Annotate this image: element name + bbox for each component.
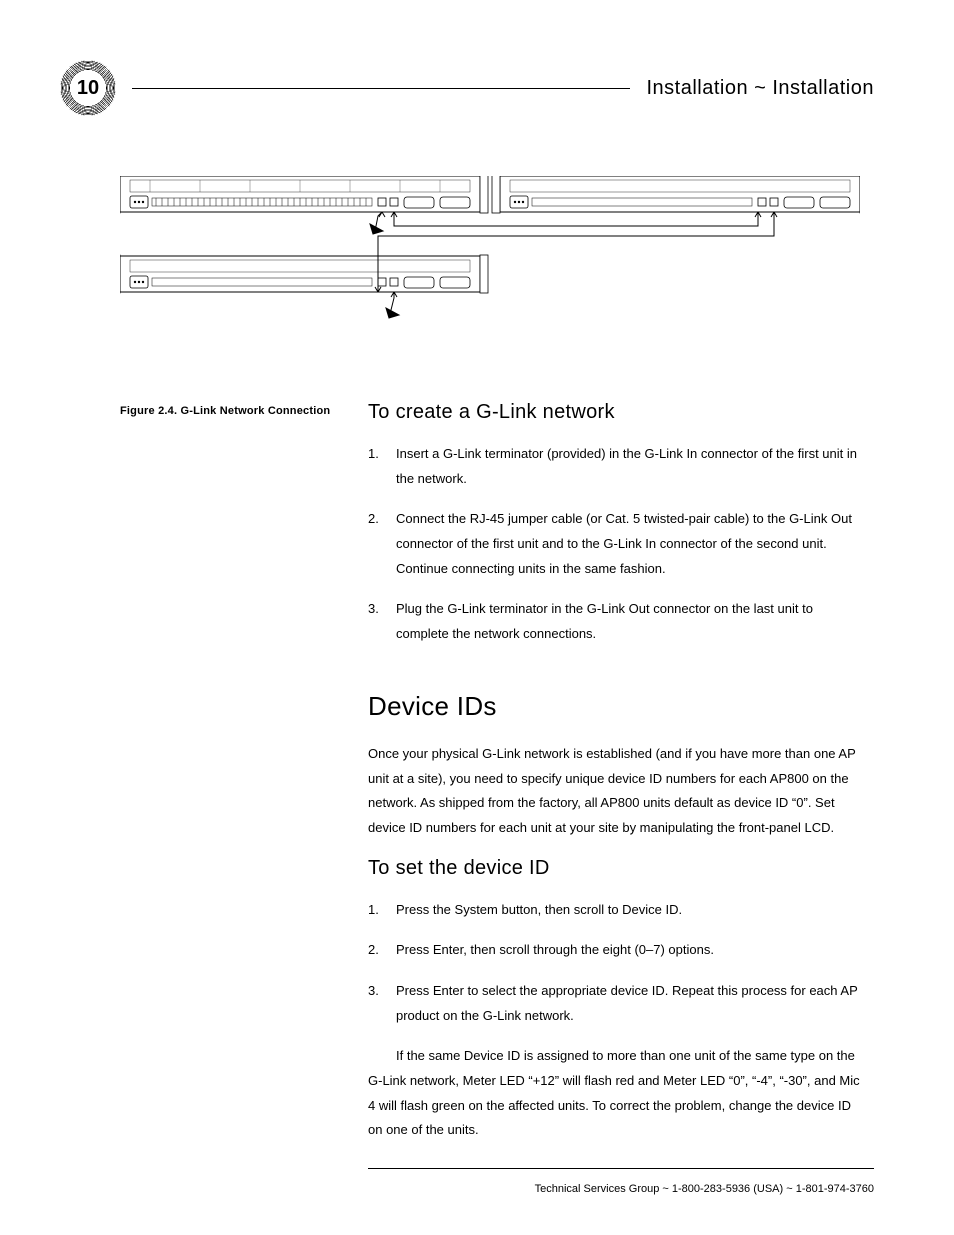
steps-set-device-id: Press the System button, then scroll to … <box>368 898 864 1029</box>
footer-text: Technical Services Group ~ 1-800-283-593… <box>60 1183 874 1195</box>
figure-diagram <box>120 176 814 381</box>
header-bold: Installation <box>646 77 748 99</box>
header-sep: ~ <box>748 77 772 99</box>
steps-create-glink: Insert a G-Link terminator (provided) in… <box>368 442 864 647</box>
list-item: Insert a G-Link terminator (provided) in… <box>368 442 864 491</box>
header-light: Installation <box>772 77 874 99</box>
device-ids-intro: Once your physical G-Link network is est… <box>368 742 864 841</box>
page-footer: Technical Services Group ~ 1-800-283-593… <box>60 1168 874 1195</box>
heading-device-ids: Device IDs <box>368 691 864 722</box>
list-item: Connect the RJ-45 jumper cable (or Cat. … <box>368 507 864 581</box>
list-item: Press Enter to select the appropriate de… <box>368 979 864 1028</box>
list-item: Press Enter, then scroll through the eig… <box>368 938 864 963</box>
list-item: Press the System button, then scroll to … <box>368 898 864 923</box>
page-number: 10 <box>70 70 106 106</box>
footer-rule <box>368 1168 874 1169</box>
page-header: 10 Installation ~ Installation <box>60 60 874 116</box>
running-head: Installation ~ Installation <box>646 77 874 100</box>
page-number-badge: 10 <box>60 60 116 116</box>
header-rule <box>132 88 630 89</box>
device-id-note: If the same Device ID is assigned to mor… <box>368 1044 864 1143</box>
list-item: Plug the G-Link terminator in the G-Link… <box>368 597 864 646</box>
heading-create-glink: To create a G-Link network <box>368 401 864 424</box>
heading-set-device-id: To set the device ID <box>368 857 864 880</box>
figure-caption: Figure 2.4. G-Link Network Connection <box>120 401 368 417</box>
